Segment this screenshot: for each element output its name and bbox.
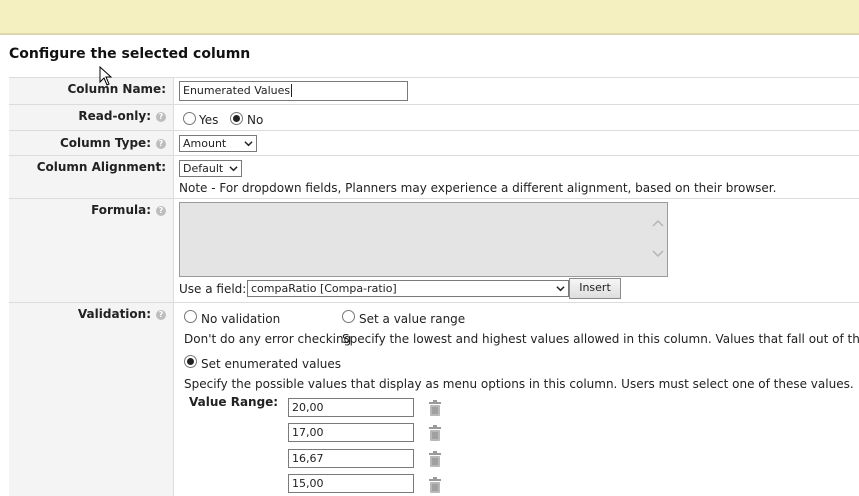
read-only-yes-radio[interactable] (183, 112, 196, 125)
scroll-up-icon[interactable] (652, 219, 664, 228)
help-icon[interactable]: ? (156, 138, 166, 149)
help-icon[interactable]: ? (156, 111, 166, 122)
column-alignment-label: Column Alignment: (36, 160, 166, 174)
read-only-no-label: No (247, 113, 264, 127)
row-divider (9, 104, 859, 105)
validation-label: Validation:? (9, 307, 166, 321)
trash-icon[interactable] (428, 425, 442, 441)
no-validation-radio[interactable] (184, 310, 197, 323)
enumerated-values-radio[interactable] (184, 355, 197, 368)
enumerated-values-description: Specify the possible values that display… (184, 377, 854, 391)
enumerated-value-input[interactable]: 15,00 (288, 474, 414, 493)
read-only-no-radio[interactable] (230, 112, 243, 125)
column-divider (173, 77, 174, 496)
row-divider (9, 77, 859, 78)
chevron-down-icon (556, 286, 565, 292)
read-only-label: Read-only:? (9, 109, 166, 123)
field-select[interactable]: compaRatio [Compa-ratio] (247, 280, 569, 297)
enumerated-value-input[interactable]: 20,00 (288, 398, 414, 417)
mouse-cursor-icon (99, 66, 113, 86)
help-icon[interactable]: ? (156, 309, 166, 320)
value-range-label: Value Range: (189, 395, 279, 409)
top-banner (0, 0, 859, 35)
no-validation-label: No validation (201, 312, 281, 326)
enumerated-value-input[interactable]: 16,67 (288, 449, 414, 468)
column-type-select[interactable]: Amount (179, 135, 257, 152)
read-only-yes-label: Yes (199, 113, 219, 127)
value-range-radio[interactable] (342, 310, 355, 323)
formula-textarea[interactable] (179, 202, 668, 277)
formula-label: Formula:? (9, 203, 166, 217)
help-icon[interactable]: ? (156, 205, 166, 216)
trash-icon[interactable] (428, 477, 442, 493)
column-alignment-select[interactable]: Default (179, 160, 242, 177)
row-divider (9, 155, 859, 156)
no-validation-description: Don't do any error checking (184, 332, 352, 346)
enumerated-values-label: Set enumerated values (201, 357, 342, 371)
row-divider (9, 130, 859, 131)
chevron-down-icon (244, 141, 253, 147)
enumerated-value-input[interactable]: 17,00 (288, 423, 414, 442)
row-divider (9, 302, 859, 303)
column-name-label: Column Name: (67, 82, 166, 96)
column-type-label: Column Type:? (9, 136, 166, 150)
column-name-input[interactable]: Enumerated Values (179, 81, 408, 101)
value-range-description: Specify the lowest and highest values al… (342, 332, 859, 346)
alignment-note: Note - For dropdown fields, Planners may… (179, 181, 777, 195)
row-divider (9, 198, 859, 199)
trash-icon[interactable] (428, 451, 442, 467)
insert-button[interactable]: Insert (569, 278, 621, 299)
trash-icon[interactable] (428, 400, 442, 416)
chevron-down-icon (229, 166, 238, 172)
scroll-down-icon[interactable] (652, 249, 664, 258)
use-field-label: Use a field: (179, 282, 247, 296)
page-title: Configure the selected column (9, 46, 251, 62)
value-range-option-label: Set a value range (359, 312, 466, 326)
